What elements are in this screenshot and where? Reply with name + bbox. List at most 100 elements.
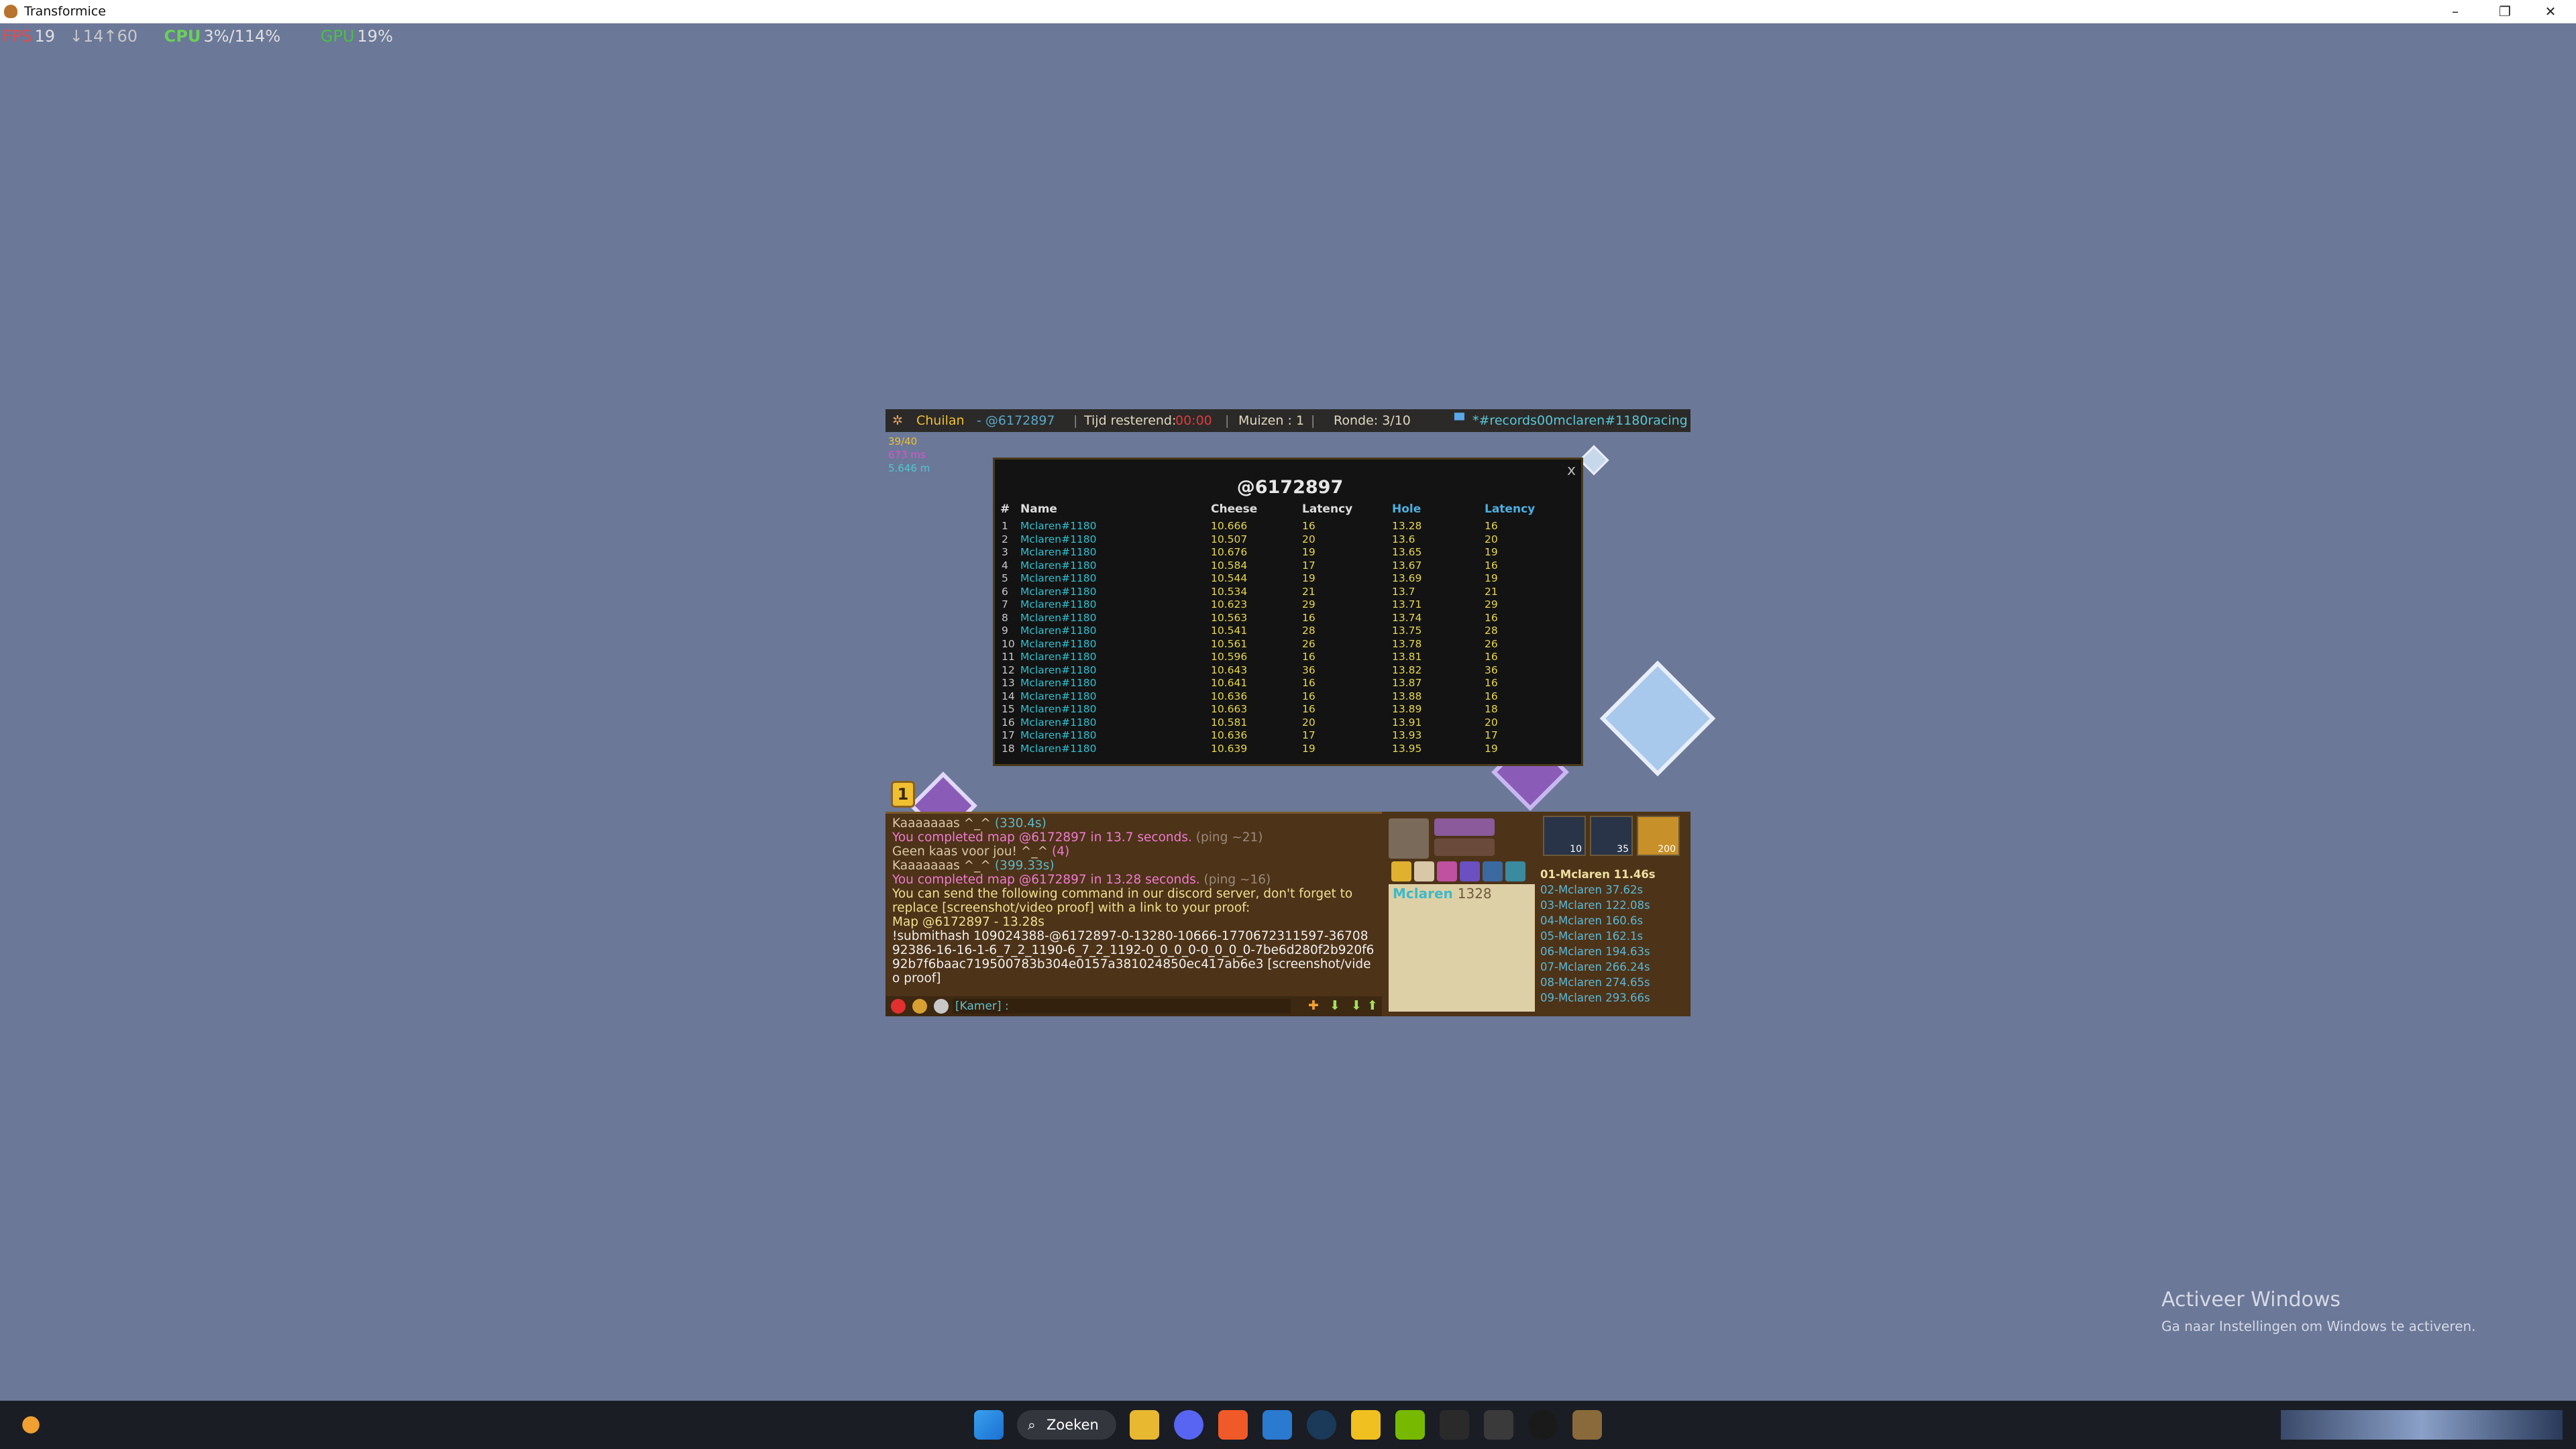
row-name[interactable]: Mclaren#1180 (1020, 638, 1097, 651)
store-icon[interactable] (1263, 1410, 1292, 1440)
ranking-item[interactable]: 04-Mclaren 160.6s (1540, 913, 1688, 928)
row-number: 1 (1002, 520, 1008, 532)
camera-icon[interactable] (1483, 861, 1503, 881)
row-hole: 13.89 (1392, 703, 1422, 715)
profile-card[interactable]: Mclaren 1328 (1389, 884, 1535, 1012)
weather-icon[interactable] (16, 1410, 46, 1440)
shop-icon[interactable] (1391, 861, 1411, 881)
items-icon[interactable] (1434, 818, 1495, 836)
ranking-item[interactable]: 08-Mclaren 274.65s (1540, 975, 1688, 990)
hud-map-code[interactable]: - @6172897 (977, 409, 1055, 432)
row-hole: 13.71 (1392, 598, 1422, 610)
logitech-icon[interactable] (1528, 1410, 1558, 1440)
ranking-item[interactable]: 01-Mclaren 11.46s (1540, 867, 1688, 882)
rockstar-icon[interactable] (1351, 1410, 1381, 1440)
hud-time-label: Tijd resterend: (1084, 413, 1177, 428)
ranking-item[interactable]: 05-Mclaren 162.1s (1540, 928, 1688, 944)
row-name[interactable]: Mclaren#1180 (1020, 690, 1097, 704)
row-hole-latency: 17 (1485, 729, 1498, 741)
cpu-label: CPU (164, 27, 201, 46)
restore-button[interactable]: ❐ (2485, 1, 2525, 21)
friends-icon[interactable] (1460, 861, 1480, 881)
chat-input[interactable]: [Kamer] : (953, 999, 1291, 1014)
room-flag-icon: ▀ (1454, 413, 1464, 428)
badge-count: 10 (1570, 844, 1582, 855)
discord-icon[interactable] (1174, 1410, 1203, 1440)
row-number: 4 (1002, 559, 1008, 572)
row-name[interactable]: Mclaren#1180 (1020, 716, 1097, 730)
plus-icon[interactable]: ✚ (1308, 998, 1319, 1013)
row-name[interactable]: Mclaren#1180 (1020, 546, 1097, 559)
ranking-item[interactable]: 06-Mclaren 194.63s (1540, 944, 1688, 959)
system-tray[interactable] (2281, 1410, 2563, 1440)
sun-badge: 10 (1543, 816, 1586, 856)
close-window-button[interactable]: ✕ (2530, 1, 2571, 21)
row-name[interactable]: Mclaren#1180 (1020, 586, 1097, 599)
row-number: 2 (1002, 533, 1008, 545)
menu-icon[interactable] (1414, 861, 1434, 881)
steam-icon[interactable] (1307, 1410, 1336, 1440)
player-panel: 10 35 200 Mclaren 1328 01-Mclaren 11.46s… (1382, 812, 1690, 1016)
epic-games-icon[interactable] (1484, 1410, 1513, 1440)
taskbar-search[interactable]: ⌕ Zoeken (1017, 1410, 1116, 1440)
row-name[interactable]: Mclaren#1180 (1020, 612, 1097, 625)
row-name[interactable]: Mclaren#1180 (1020, 520, 1097, 533)
tribe-icon[interactable] (1437, 861, 1457, 881)
chat-panel: Kaaaaaaas ^_^ (330.4s) You completed map… (885, 812, 1382, 1016)
ranking-item[interactable]: 02-Mclaren 37.62s (1540, 882, 1688, 898)
arrow-up-icon[interactable]: ⬆ (1367, 998, 1378, 1013)
activation-watermark: Activeer Windows Ga naar Instellingen om… (2161, 1288, 2476, 1334)
row-number: 15 (1002, 703, 1015, 715)
scoreboard-row: 18 Mclaren#1180 10.639 19 13.95 19 (995, 743, 1585, 756)
row-name[interactable]: Mclaren#1180 (1020, 533, 1097, 547)
window-titlebar: Transformice – ❐ ✕ (0, 0, 2576, 23)
heart-icon[interactable] (891, 999, 906, 1014)
row-name[interactable]: Mclaren#1180 (1020, 729, 1097, 743)
stats-line: 5.646 m (888, 462, 930, 474)
app-icon[interactable] (1440, 1410, 1469, 1440)
row-name[interactable]: Mclaren#1180 (1020, 664, 1097, 678)
row-hole-latency: 16 (1485, 520, 1498, 532)
row-name[interactable]: Mclaren#1180 (1020, 703, 1097, 716)
badge-count: 35 (1617, 844, 1629, 855)
cheese-badge: 200 (1637, 816, 1680, 856)
scoreboard-row: 16 Mclaren#1180 10.581 20 13.91 20 (995, 716, 1585, 730)
house-icon[interactable] (934, 999, 949, 1014)
file-explorer-icon[interactable] (1130, 1410, 1159, 1440)
transformice-taskbar-icon[interactable] (1572, 1410, 1602, 1440)
row-hole: 13.69 (1392, 572, 1422, 584)
nvidia-icon[interactable] (1395, 1410, 1425, 1440)
minimize-button[interactable]: – (2435, 1, 2475, 21)
brave-icon[interactable] (1218, 1410, 1248, 1440)
shaman-icon[interactable] (1389, 818, 1429, 859)
row-number: 13 (1002, 677, 1015, 689)
scoreboard-row: 6 Mclaren#1180 10.534 21 13.7 21 (995, 586, 1585, 599)
transformice-app-icon (4, 5, 17, 18)
row-name[interactable]: Mclaren#1180 (1020, 743, 1097, 756)
row-name[interactable]: Mclaren#1180 (1020, 572, 1097, 586)
row-latency: 19 (1302, 742, 1316, 755)
hud-player-name[interactable]: Chuilan (916, 409, 965, 432)
ranking-item[interactable]: 03-Mclaren 122.08s (1540, 898, 1688, 913)
row-latency: 20 (1302, 533, 1316, 545)
scoreboard-row: 17 Mclaren#1180 10.636 17 13.93 17 (995, 729, 1585, 743)
chat-message: You completed map @6172897 in 13.28 seco… (892, 873, 1271, 887)
row-cheese: 10.544 (1211, 572, 1248, 584)
emote-icon[interactable] (912, 999, 927, 1014)
row-name[interactable]: Mclaren#1180 (1020, 677, 1097, 690)
row-name[interactable]: Mclaren#1180 (1020, 651, 1097, 664)
ranking-item[interactable]: 09-Mclaren 293.66s (1540, 990, 1688, 1006)
hud-divider: | (1073, 413, 1078, 428)
inventory-icon[interactable] (1434, 839, 1495, 856)
hud-room-name[interactable]: *#records00mclaren#1180racing (1472, 409, 1688, 432)
fullscreen-icon[interactable] (1505, 861, 1525, 881)
row-name[interactable]: Mclaren#1180 (1020, 625, 1097, 638)
ranking-item[interactable]: 07-Mclaren 266.24s (1540, 959, 1688, 975)
arrow-down-icon[interactable]: ⬇ (1330, 998, 1340, 1013)
row-name[interactable]: Mclaren#1180 (1020, 598, 1097, 612)
fps-range: ↓14↑60 (69, 27, 138, 46)
start-button-icon[interactable] (974, 1410, 1004, 1440)
game-viewport[interactable]: ✲ Chuilan - @6172897 | Tijd resterend: 0… (885, 409, 1716, 1016)
row-name[interactable]: Mclaren#1180 (1020, 559, 1097, 573)
arrow-down-icon[interactable]: ⬇ (1351, 998, 1362, 1013)
